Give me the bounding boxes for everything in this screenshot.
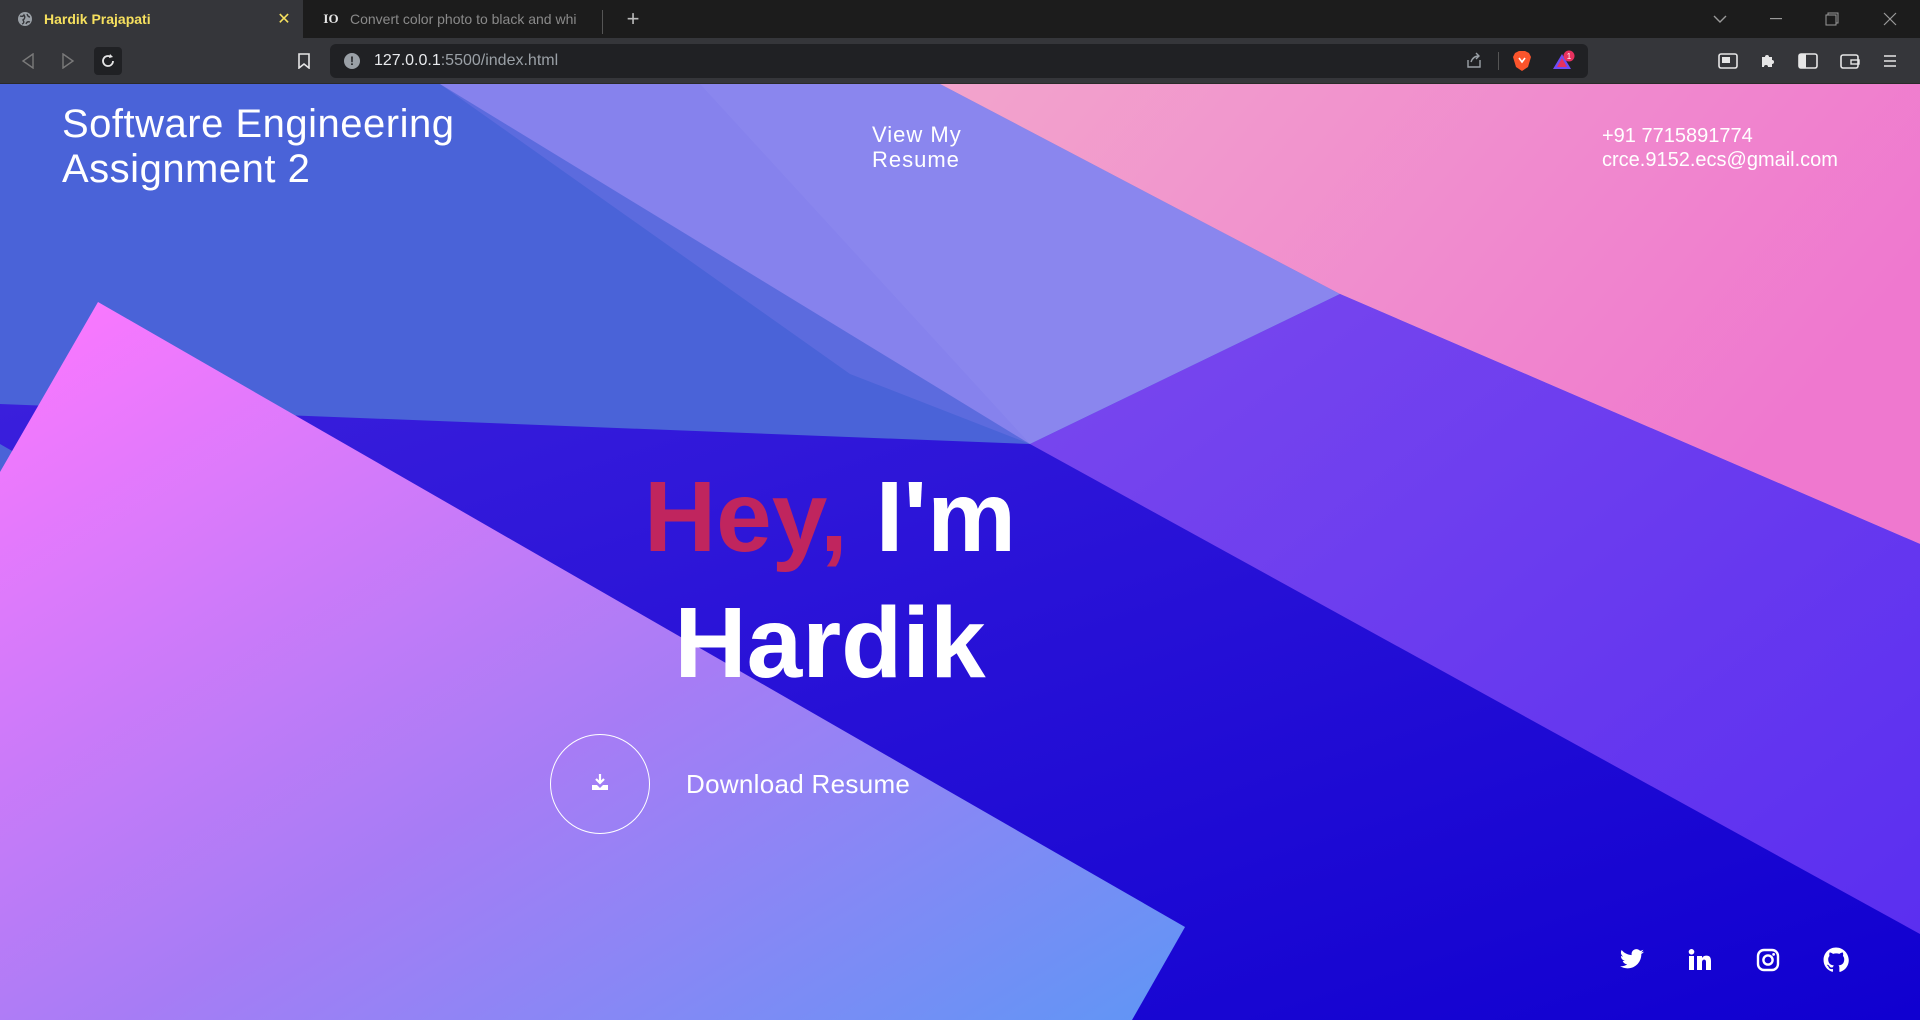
hero-greeting: Hey, [643,461,848,573]
download-resume-label[interactable]: Download Resume [686,769,910,800]
tab-title: Convert color photo to black and whi [350,11,577,27]
globe-icon [16,10,34,28]
back-icon[interactable] [14,47,42,75]
github-icon[interactable] [1802,944,1870,976]
instagram-icon[interactable] [1734,944,1802,976]
hero-intro: I'm [875,461,1017,573]
linkedin-icon[interactable] [1666,944,1734,976]
sidebar-icon[interactable] [1794,47,1822,75]
tab-active[interactable]: Hardik Prajapati ✕ [0,0,303,38]
tab-bar: Hardik Prajapati ✕ IO Convert color phot… [0,0,1920,38]
omnibox-divider [1498,52,1499,70]
restore-icon[interactable] [1808,0,1856,38]
tab-inactive[interactable]: IO Convert color photo to black and whi [306,0,602,38]
view-resume-link[interactable]: View My Resume [872,122,992,172]
tab-search-icon[interactable] [1696,0,1744,38]
download-icon [590,772,610,797]
url-text: 127.0.0.1:5500/index.html [374,52,559,69]
forward-icon[interactable] [54,47,82,75]
wallet-icon[interactable] [1836,47,1864,75]
io-favicon-icon: IO [323,11,339,26]
site-title: Software Engineering Assignment 2 [62,102,455,191]
download-button[interactable] [550,734,650,834]
picture-in-picture-icon[interactable] [1714,47,1742,75]
contact-info: +91 7715891774 crce.9152.ecs@gmail.com [1602,124,1838,172]
brave-shields-icon[interactable] [1510,49,1534,73]
reload-icon[interactable] [94,47,122,75]
email-address[interactable]: crce.9152.ecs@gmail.com [1602,148,1838,172]
extensions-icon[interactable] [1754,47,1782,75]
new-tab-button[interactable]: + [620,6,646,32]
menu-icon[interactable] [1876,47,1904,75]
portfolio-page: Software Engineering Assignment 2 View M… [0,84,1920,1020]
minimize-icon[interactable] [1752,0,1800,38]
tab-separator [602,10,603,34]
tab-title: Hardik Prajapati [44,11,151,27]
phone-number: +91 7715891774 [1602,125,1753,147]
hero-heading: Hey, I'm Hardik [550,454,1110,706]
svg-text:1: 1 [1567,52,1572,61]
share-icon[interactable] [1462,49,1486,73]
hero-name: Hardik [674,587,986,699]
address-bar[interactable]: ! 127.0.0.1:5500/index.html 1 [330,44,1588,78]
browser-toolbar: ! 127.0.0.1:5500/index.html 1 [0,38,1920,84]
social-links [1598,944,1870,976]
site-info-icon[interactable]: ! [344,53,360,69]
bookmark-icon[interactable] [290,47,318,75]
close-tab-icon[interactable]: ✕ [273,8,295,30]
brave-rewards-icon[interactable]: 1 [1552,49,1576,73]
close-window-icon[interactable] [1866,0,1914,38]
download-resume[interactable]: Download Resume [550,734,910,834]
twitter-icon[interactable] [1598,944,1666,976]
